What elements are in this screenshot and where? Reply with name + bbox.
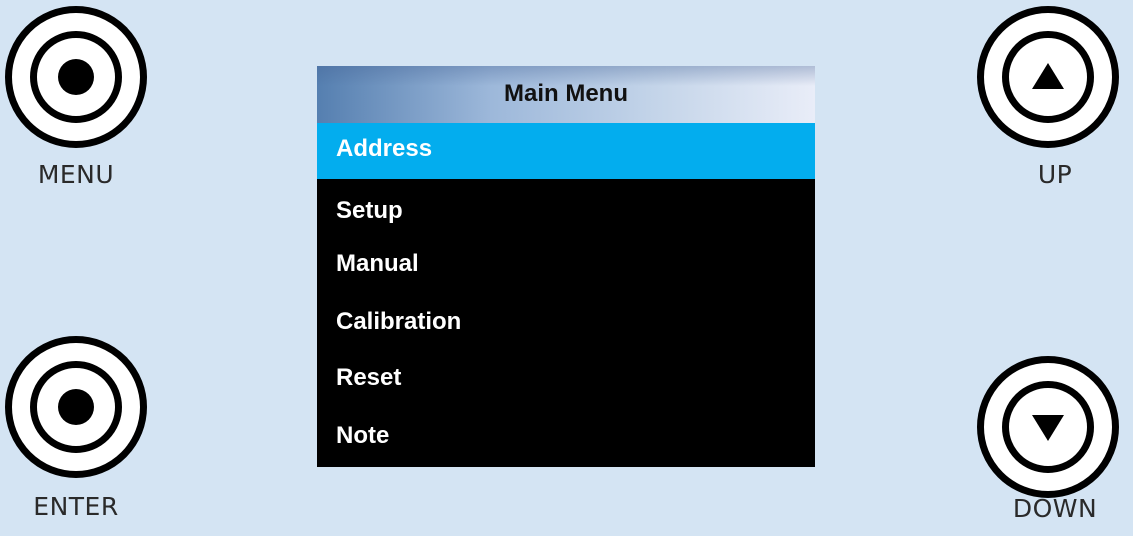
enter-button-ring xyxy=(30,361,122,453)
up-button-label: UP xyxy=(1037,160,1073,189)
lcd-screen: Main Menu Address Setup Manual Calibrati… xyxy=(317,66,815,467)
menu-item-setup[interactable]: Setup xyxy=(317,197,815,225)
up-button[interactable] xyxy=(977,6,1119,148)
menu-item-calibration[interactable]: Calibration xyxy=(317,308,815,336)
triangle-down-icon xyxy=(1032,415,1064,441)
up-button-ring xyxy=(1002,31,1094,123)
down-button-label: DOWN xyxy=(1012,494,1098,523)
menu-item-manual[interactable]: Manual xyxy=(317,250,815,278)
menu-button-ring xyxy=(30,31,122,123)
menu-button-label: MENU xyxy=(37,160,115,189)
circle-dot-icon xyxy=(58,59,94,95)
screen-header: Main Menu xyxy=(317,66,815,123)
menu-button[interactable] xyxy=(5,6,147,148)
down-button-ring xyxy=(1002,381,1094,473)
triangle-up-icon xyxy=(1032,63,1064,89)
circle-dot-icon xyxy=(58,389,94,425)
menu-item-note[interactable]: Note xyxy=(317,422,815,450)
menu-item-address[interactable]: Address xyxy=(317,123,815,179)
menu-item-reset[interactable]: Reset xyxy=(317,364,815,392)
enter-button[interactable] xyxy=(5,336,147,478)
screen-title: Main Menu xyxy=(504,80,628,107)
enter-button-label: ENTER xyxy=(33,492,119,521)
down-button[interactable] xyxy=(977,356,1119,498)
